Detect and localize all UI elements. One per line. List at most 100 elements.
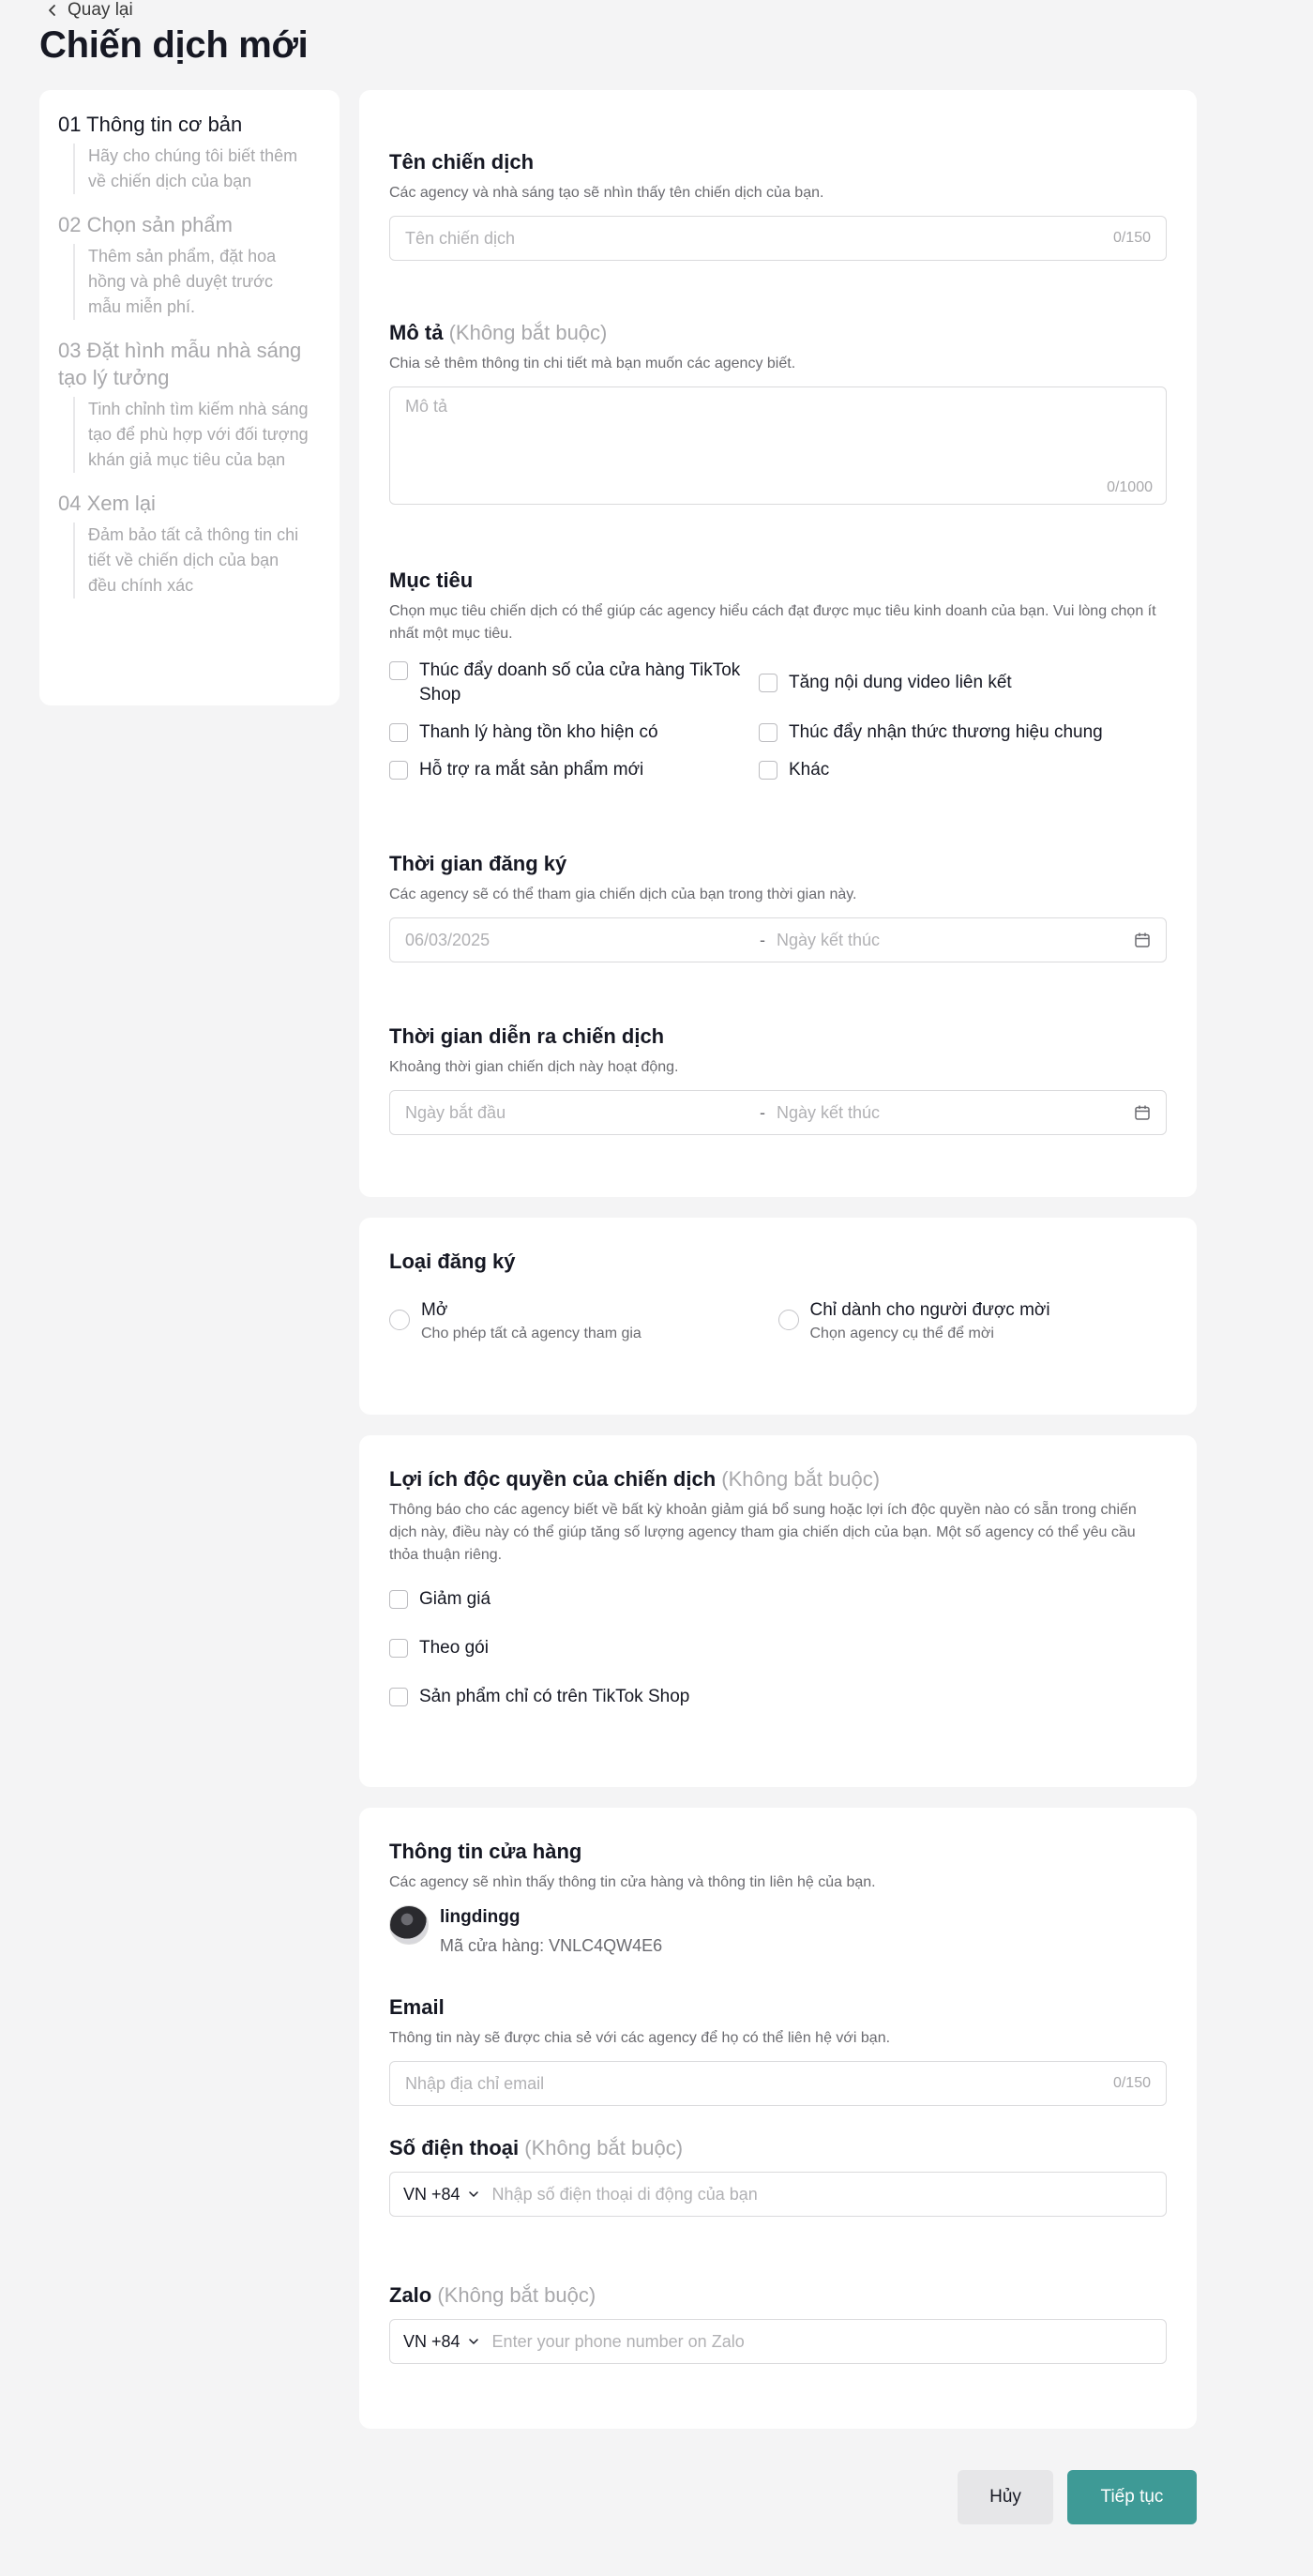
end-date[interactable]: Ngày kết thúc — [777, 931, 1134, 950]
campaign-date-range[interactable]: Ngày bắt đầu - Ngày kết thúc — [389, 1090, 1167, 1135]
store-name: lingdingg — [440, 1907, 521, 1927]
goal-checkbox[interactable]: Thúc đẩy nhận thức thương hiệu chung — [759, 720, 1167, 745]
cancel-button[interactable]: Hủy — [958, 2470, 1053, 2524]
checkbox-label: Thanh lý hàng tồn kho hiện có — [419, 722, 658, 742]
step-review[interactable]: 04 Xem lại Đảm bảo tất cả thông tin chi … — [58, 490, 321, 599]
registration-type-label: Loại đăng ký — [389, 1250, 516, 1273]
checkbox-box[interactable] — [759, 761, 777, 780]
step-creator-profile[interactable]: 03 Đặt hình mẫu nhà sáng tạo lý tưởng Ti… — [58, 337, 321, 473]
campaign-period-label: Thời gian diễn ra chiến dịch — [389, 1024, 665, 1048]
country-code-select[interactable]: VN +84 — [403, 2185, 479, 2205]
calendar-icon[interactable] — [1134, 932, 1151, 948]
checkbox-label: Theo gói — [419, 1638, 489, 1658]
goal-checkbox[interactable]: Tăng nội dung video liên kết — [759, 659, 1167, 707]
back-link[interactable]: Quay lại — [47, 0, 133, 21]
country-code-select[interactable]: VN +84 — [403, 2332, 479, 2352]
checkbox-label: Hỗ trợ ra mắt sản phẩm mới — [419, 760, 644, 780]
step-title: 02 Chọn sản phẩm — [58, 213, 233, 236]
goal-checkbox[interactable]: Hỗ trợ ra mắt sản phẩm mới — [389, 758, 759, 782]
checkbox-box[interactable] — [389, 761, 408, 780]
description-section: Mô tả (Không bắt buộc) Chia sẻ thêm thôn… — [389, 321, 1167, 505]
chevron-down-icon — [468, 2191, 478, 2197]
store-contact-card: Thông tin cửa hàng Các agency sẽ nhìn th… — [359, 1808, 1197, 2429]
optional-tag: (Không bắt buộc) — [437, 2283, 596, 2307]
checkbox-label: Khác — [789, 760, 830, 780]
step-desc: Tinh chỉnh tìm kiếm nhà sáng tạo để phù … — [73, 397, 321, 473]
campaign-period-section: Thời gian diễn ra chiến dịch Khoảng thời… — [389, 1024, 1167, 1135]
registration-period-label: Thời gian đăng ký — [389, 852, 567, 875]
chevron-left-icon — [49, 5, 55, 16]
phone-input[interactable]: VN +84 Nhập số điện thoại di động của bạ… — [389, 2172, 1167, 2217]
zalo-input[interactable]: VN +84 Enter your phone number on Zalo — [389, 2319, 1167, 2364]
step-select-products[interactable]: 02 Chọn sản phẩm Thêm sản phẩm, đặt hoa … — [58, 211, 321, 320]
campaign-name-help: Các agency và nhà sáng tạo sẽ nhìn thấy … — [389, 185, 824, 201]
start-date[interactable]: 06/03/2025 — [405, 931, 760, 950]
store-code: Mã cửa hàng: VNLC4QW4E6 — [440, 1936, 663, 1955]
radio-circle[interactable] — [777, 1310, 799, 1330]
step-basic-info[interactable]: 01 Thông tin cơ bản Hãy cho chúng tôi bi… — [58, 111, 321, 194]
radio-invite-only[interactable]: Chỉ dành cho người được mời Chọn agency … — [777, 1298, 1168, 1345]
registration-date-range[interactable]: 06/03/2025 - Ngày kết thúc — [389, 917, 1167, 962]
step-desc: Hãy cho chúng tôi biết thêm về chiến dịc… — [73, 144, 321, 194]
step-title: 01 Thông tin cơ bản — [58, 113, 243, 136]
zalo-label: Zalo — [389, 2283, 432, 2307]
email-label: Email — [389, 1995, 445, 2019]
zalo-section: Zalo (Không bắt buộc) VN +84 Enter your … — [389, 2283, 1167, 2364]
goal-checkbox[interactable]: Thanh lý hàng tồn kho hiện có — [389, 720, 759, 745]
benefits-section: Lợi ích độc quyền của chiến dịch (Không … — [389, 1467, 1167, 1709]
goal-checkbox[interactable]: Khác — [759, 758, 1167, 782]
phone-placeholder: Nhập số điện thoại di động của bạn — [491, 2184, 758, 2204]
start-date[interactable]: Ngày bắt đầu — [405, 1103, 760, 1123]
checkbox-box[interactable] — [389, 1590, 408, 1609]
checkbox-box[interactable] — [389, 661, 408, 680]
registration-type-card: Loại đăng ký Mở Cho phép tất cả agency t… — [359, 1218, 1197, 1415]
goal-checkbox[interactable]: Thúc đẩy doanh số của cửa hàng TikTok Sh… — [389, 659, 759, 707]
avatar — [389, 1905, 429, 1945]
radio-subtitle: Cho phép tất cả agency tham gia — [421, 1326, 641, 1341]
date-separator: - — [760, 1102, 765, 1122]
step-title: 03 Đặt hình mẫu nhà sáng tạo lý tưởng — [58, 339, 302, 389]
registration-period-section: Thời gian đăng ký Các agency sẽ có thể t… — [389, 852, 1167, 962]
goals-help: Chọn mục tiêu chiến dịch có thể giúp các… — [389, 603, 1156, 642]
goals-label: Mục tiêu — [389, 568, 474, 592]
date-separator: - — [760, 930, 765, 949]
benefit-checkbox[interactable]: Giảm giá — [389, 1587, 1167, 1612]
radio-circle[interactable] — [389, 1310, 410, 1330]
country-code-value: VN +84 — [403, 2331, 460, 2351]
calendar-icon[interactable] — [1134, 1104, 1151, 1121]
checkbox-box[interactable] — [759, 674, 777, 692]
radio-open[interactable]: Mở Cho phép tất cả agency tham gia — [389, 1298, 778, 1345]
email-field[interactable]: Nhập địa chỉ email 0/150 — [389, 2061, 1167, 2106]
store-label: Thông tin cửa hàng — [389, 1840, 582, 1863]
optional-tag: (Không bắt buộc) — [721, 1467, 881, 1491]
char-counter: 0/150 — [1112, 230, 1151, 246]
campaign-name-input[interactable]: Tên chiến dịch 0/150 — [389, 216, 1167, 261]
checkbox-label: Tăng nội dung video liên kết — [789, 673, 1012, 692]
checkbox-box[interactable] — [759, 723, 777, 742]
step-desc: Thêm sản phẩm, đặt hoa hồng và phê duyệt… — [73, 244, 321, 320]
country-code-value: VN +84 — [403, 2184, 460, 2204]
store-help: Các agency sẽ nhìn thấy thông tin cửa hà… — [389, 1874, 876, 1890]
registration-type-section: Loại đăng ký Mở Cho phép tất cả agency t… — [389, 1250, 1167, 1345]
benefits-checkbox-group: Giảm giá Theo gói Sản phẩm chỉ có trên T… — [389, 1587, 1167, 1709]
radio-title: Mở — [421, 1300, 448, 1320]
checkbox-label: Sản phẩm chỉ có trên TikTok Shop — [419, 1687, 690, 1706]
checkbox-box[interactable] — [389, 1688, 408, 1706]
benefit-checkbox[interactable]: Sản phẩm chỉ có trên TikTok Shop — [389, 1685, 1167, 1709]
checkbox-box[interactable] — [389, 1639, 408, 1658]
continue-button[interactable]: Tiếp tục — [1067, 2470, 1197, 2524]
step-title: 04 Xem lại — [58, 492, 156, 515]
step-desc: Đảm bảo tất cả thông tin chi tiết về chi… — [73, 523, 321, 599]
optional-tag: (Không bắt buộc) — [448, 321, 608, 344]
phone-label: Số điện thoại — [389, 2136, 520, 2159]
store-info: lingdingg Mã cửa hàng: VNLC4QW4E6 — [389, 1905, 1167, 1958]
benefit-checkbox[interactable]: Theo gói — [389, 1636, 1167, 1660]
end-date[interactable]: Ngày kết thúc — [777, 1103, 1134, 1123]
email-placeholder: Nhập địa chỉ email — [405, 2073, 545, 2093]
checkbox-box[interactable] — [389, 723, 408, 742]
checkbox-label: Giảm giá — [419, 1589, 491, 1609]
zalo-placeholder: Enter your phone number on Zalo — [491, 2331, 745, 2351]
description-textarea[interactable]: Mô tả 0/1000 — [389, 386, 1167, 505]
benefits-card: Lợi ích độc quyền của chiến dịch (Không … — [359, 1435, 1197, 1787]
store-section: Thông tin cửa hàng Các agency sẽ nhìn th… — [389, 1840, 1167, 1958]
